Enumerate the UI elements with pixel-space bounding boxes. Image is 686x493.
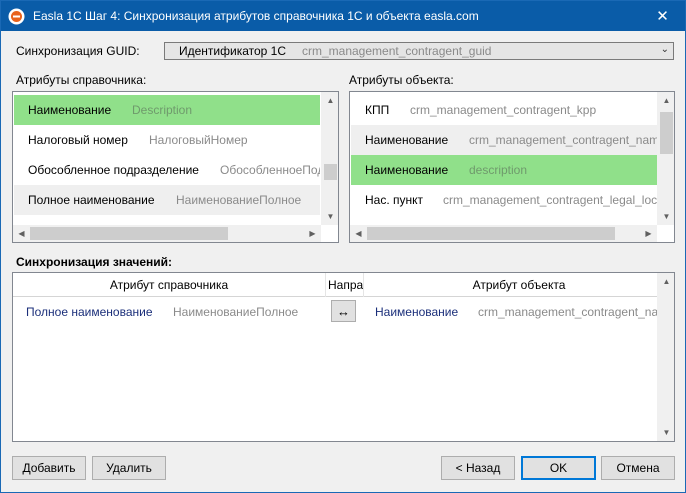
cancel-button[interactable]: Отмена: [601, 456, 675, 480]
catalog-attr-field: Description: [132, 103, 193, 117]
close-icon: ✕: [656, 8, 669, 25]
catalog-attrs-label: Атрибуты справочника:: [16, 73, 147, 87]
dialog-window: Easla 1С Шаг 4: Синхронизация атрибутов …: [0, 0, 686, 493]
catalog-vscroll-thumb[interactable]: [324, 164, 337, 180]
chevron-down-icon: ⌄: [660, 44, 669, 55]
catalog-attr-name: Обособленное подразделение: [28, 163, 199, 177]
scroll-left-icon[interactable]: ◀: [350, 225, 367, 242]
catalog-attr-row[interactable]: Налоговый номер НалоговыйНомер: [14, 125, 320, 155]
direction-toggle-button[interactable]: ↔: [331, 300, 356, 322]
catalog-attr-field: ОбособленноеПодразделение: [220, 163, 320, 177]
back-button[interactable]: < Назад: [441, 456, 515, 480]
easla-app-icon: [8, 8, 25, 25]
object-vscroll-thumb[interactable]: [660, 112, 673, 154]
catalog-attr-row[interactable]: Наименование Description: [14, 95, 320, 125]
catalog-hscroll-thumb[interactable]: [30, 227, 228, 240]
catalog-attr-name: Полное наименование: [28, 193, 155, 207]
object-attr-name: КПП: [365, 103, 390, 117]
scroll-right-icon[interactable]: ▶: [304, 225, 321, 242]
object-attr-row[interactable]: КПП crm_management_contragent_kpp: [351, 95, 657, 125]
object-attr-field: description: [469, 163, 528, 177]
sync-object-field: crm_management_contragent_name: [478, 305, 675, 319]
guid-sync-select[interactable]: Идентификатор 1С crm_management_contrage…: [164, 42, 674, 60]
title-bar[interactable]: Easla 1С Шаг 4: Синхронизация атрибутов …: [1, 1, 685, 31]
object-attr-row[interactable]: Наименование crm_management_contragent_n…: [351, 125, 657, 155]
object-attrs-label: Атрибуты объекта:: [349, 73, 454, 87]
close-button[interactable]: ✕: [640, 1, 685, 31]
guid-selected-name: Идентификатор 1С: [179, 44, 287, 58]
grid-vertical-scrollbar[interactable]: ▲ ▼: [657, 273, 674, 441]
object-attr-name: Наименование: [365, 133, 449, 147]
object-attr-name: Наименование: [365, 163, 449, 177]
scroll-right-icon[interactable]: ▶: [640, 225, 657, 242]
scroll-down-icon[interactable]: ▼: [658, 424, 674, 441]
catalog-attr-field: НаименованиеПолное: [176, 193, 302, 207]
guid-sync-label: Синхронизация GUID:: [16, 44, 140, 58]
catalog-attrs-list[interactable]: Наименование Description Налоговый номер…: [12, 91, 339, 243]
sync-catalog-name: Полное наименование: [26, 305, 153, 319]
sync-values-label: Синхронизация значений:: [16, 255, 173, 269]
object-attr-row[interactable]: Наименование description: [351, 155, 657, 185]
catalog-attr-field: НалоговыйНомер: [149, 133, 248, 147]
scroll-up-icon[interactable]: ▲: [322, 92, 338, 109]
scroll-left-icon[interactable]: ◀: [13, 225, 30, 242]
scroll-up-icon[interactable]: ▲: [658, 273, 674, 290]
object-hscroll-thumb[interactable]: [367, 227, 615, 240]
column-header-object-attr[interactable]: Атрибут объекта: [364, 273, 674, 297]
sync-values-grid[interactable]: Атрибут справочника Направление Атрибут …: [12, 272, 675, 442]
catalog-attr-name: Налоговый номер: [28, 133, 128, 147]
catalog-attr-row[interactable]: Обособленное подразделение ОбособленноеП…: [14, 155, 320, 185]
catalog-attr-row[interactable]: Полное наименование НаименованиеПолное: [14, 185, 320, 215]
object-attr-field: crm_management_contragent_kpp: [410, 103, 597, 117]
ok-button[interactable]: OK: [521, 456, 596, 480]
object-attr-row[interactable]: Нас. пункт crm_management_contragent_leg…: [351, 185, 657, 215]
column-header-catalog-attr[interactable]: Атрибут справочника: [13, 273, 326, 297]
guid-selected-field: crm_management_contragent_guid: [302, 44, 492, 58]
scroll-down-icon[interactable]: ▼: [658, 208, 674, 225]
object-vertical-scrollbar[interactable]: ▲ ▼: [657, 92, 674, 225]
catalog-vertical-scrollbar[interactable]: ▲ ▼: [321, 92, 338, 225]
catalog-horizontal-scrollbar[interactable]: ◀ ▶: [13, 225, 321, 242]
grid-header: Атрибут справочника Направление Атрибут …: [13, 273, 674, 297]
column-header-direction[interactable]: Направление: [326, 273, 364, 297]
object-attr-field: crm_management_contragent_name: [469, 133, 657, 147]
object-attr-name: Нас. пункт: [365, 193, 424, 207]
delete-button[interactable]: Удалить: [92, 456, 166, 480]
scroll-down-icon[interactable]: ▼: [322, 208, 338, 225]
add-button[interactable]: Добавить: [12, 456, 86, 480]
object-attr-field: crm_management_contragent_legal_locality: [443, 193, 657, 207]
bidirectional-arrow-icon: ↔: [337, 303, 350, 319]
window-title: Easla 1С Шаг 4: Синхронизация атрибутов …: [33, 9, 479, 23]
catalog-attr-name: Наименование: [28, 103, 112, 117]
object-horizontal-scrollbar[interactable]: ◀ ▶: [350, 225, 657, 242]
scroll-up-icon[interactable]: ▲: [658, 92, 674, 109]
sync-catalog-field: НаименованиеПолное: [173, 305, 299, 319]
sync-object-name: Наименование: [375, 305, 459, 319]
object-attrs-list[interactable]: КПП crm_management_contragent_kpp Наимен…: [349, 91, 675, 243]
